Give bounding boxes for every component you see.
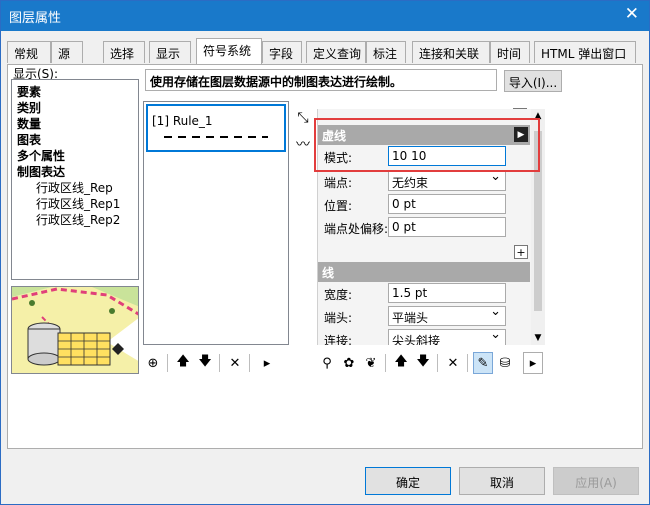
tab-general[interactable]: 常规 (7, 41, 51, 63)
cap-row: 端头: 平端头 (318, 305, 530, 327)
add-geometric-effect-icon[interactable]: ⚲ (317, 352, 337, 374)
tab-fields[interactable]: 字段 (262, 41, 302, 63)
cap-select[interactable]: 平端头 (388, 306, 506, 326)
more-icon[interactable]: ▸ (257, 352, 277, 374)
add-marker-placement-icon[interactable]: ✿ (339, 352, 359, 374)
rule-name: [1] Rule_1 (152, 114, 213, 128)
move-down-icon[interactable]: 🡇 (413, 352, 433, 374)
endpoint-label: 端点: (324, 176, 353, 190)
toolbar-separator (385, 354, 386, 372)
line-section-header: 线 (318, 262, 530, 282)
dash-line-preview (164, 136, 268, 138)
dashed-line-layer-icon[interactable]: ⤡ (292, 107, 314, 129)
endpoint-offset-row: 端点处偏移: 0 pt (318, 216, 530, 238)
toolbar-separator (467, 354, 468, 372)
tab-selection[interactable]: 选择 (103, 41, 145, 63)
representation-item-rep2[interactable]: 行政区线_Rep2 (36, 211, 120, 228)
show-item-multiple-attributes[interactable]: 多个属性 (17, 147, 65, 164)
toolbar-separator (219, 354, 220, 372)
import-button[interactable]: 导入(I)... (504, 70, 562, 92)
symbol-layer-strip: ⤡ 〰 (292, 107, 314, 165)
tab-definition-query[interactable]: 定义查询 (306, 41, 366, 63)
tab-source[interactable]: 源 (51, 41, 83, 63)
renderer-description: 使用存储在图层数据源中的制图表达进行绘制。 (145, 69, 497, 91)
tab-strip: 常规 源 选择 显示 符号系统 字段 定义查询 标注 连接和关联 时间 HTML… (7, 38, 643, 65)
tab-time[interactable]: 时间 (490, 41, 530, 63)
width-row: 宽度: 1.5 pt (318, 282, 530, 304)
layer-properties-window: 图层属性 ✕ 常规 源 选择 显示 符号系统 字段 定义查询 标注 连接和关联 … (0, 0, 650, 505)
symbol-layer-toolbar: ⚲ ✿ ❦ 🡅 🡇 ✕ ✎ ⛁ ▸ (317, 352, 549, 374)
endpoint-row: 端点: 无约束 (318, 170, 530, 192)
cap-label: 端头: (324, 311, 353, 325)
line-layer-icon[interactable]: ✎ (473, 352, 493, 374)
join-select[interactable]: 尖头斜接 (388, 329, 506, 345)
representation-item-rep[interactable]: 行政区线_Rep (36, 179, 113, 196)
toolbar-separator (437, 354, 438, 372)
stroke-layer-icon[interactable]: 〰 (292, 133, 314, 155)
join-row: 连接: 尖头斜接 (318, 328, 530, 345)
width-label: 宽度: (324, 288, 353, 302)
show-item-quantities[interactable]: 数量 (17, 115, 41, 132)
tab-html-popup[interactable]: HTML 弹出窗口 (534, 41, 636, 63)
add-line-layer-icon[interactable]: + (514, 245, 528, 259)
delete-rule-icon[interactable]: ✕ (225, 352, 245, 374)
toolbar-separator (249, 354, 250, 372)
highlight-annotation-box (314, 118, 540, 172)
cancel-button[interactable]: 取消 (459, 467, 545, 495)
move-up-icon[interactable]: 🡅 (391, 352, 411, 374)
representation-item-rep1[interactable]: 行政区线_Rep1 (36, 195, 120, 212)
position-label: 位置: (324, 199, 353, 213)
tab-labels[interactable]: 标注 (366, 41, 406, 63)
endpoint-offset-label: 端点处偏移: (324, 222, 389, 236)
toolbar-separator (167, 354, 168, 372)
line-section-title: 线 (322, 266, 335, 280)
show-item-charts[interactable]: 图表 (17, 131, 41, 148)
rule-toolbar: ⊕ 🡅 🡇 ✕ ▸ (143, 352, 291, 374)
show-item-categories[interactable]: 类别 (17, 99, 41, 116)
window-title: 图层属性 (9, 11, 62, 26)
more-icon[interactable]: ▸ (523, 352, 543, 374)
tab-display[interactable]: 显示 (149, 41, 191, 63)
width-input[interactable]: 1.5 pt (388, 283, 506, 303)
ok-button[interactable]: 确定 (365, 467, 451, 495)
close-icon[interactable]: ✕ (625, 4, 639, 24)
add-fill-icon[interactable]: ❦ (361, 352, 381, 374)
endpoint-select[interactable]: 无约束 (388, 171, 506, 191)
symbology-preview-image (11, 286, 139, 374)
rule-item[interactable]: [1] Rule_1 (146, 104, 286, 152)
delete-layer-icon[interactable]: ✕ (443, 352, 463, 374)
title-bar[interactable]: 图层属性 ✕ (1, 1, 649, 31)
show-item-features[interactable]: 要素 (17, 83, 41, 100)
apply-button[interactable]: 应用(A) (553, 467, 639, 495)
join-label: 连接: (324, 334, 353, 345)
fill-layer-icon[interactable]: ⛁ (495, 352, 515, 374)
add-rule-icon[interactable]: ⊕ (143, 352, 163, 374)
move-down-icon[interactable]: 🡇 (195, 352, 215, 374)
position-input[interactable]: 0 pt (388, 194, 506, 214)
rule-list[interactable]: [1] Rule_1 (143, 101, 289, 345)
move-up-icon[interactable]: 🡅 (173, 352, 193, 374)
show-list[interactable]: 要素 类别 数量 图表 多个属性 制图表达 行政区线_Rep 行政区线_Rep1… (11, 79, 139, 280)
position-row: 位置: 0 pt (318, 193, 530, 215)
endpoint-offset-input[interactable]: 0 pt (388, 217, 506, 237)
show-item-representations[interactable]: 制图表达 (17, 163, 65, 180)
scroll-down-icon[interactable]: ▼ (531, 331, 545, 345)
tab-symbology[interactable]: 符号系统 (196, 38, 262, 64)
tab-joins-relates[interactable]: 连接和关联 (412, 41, 490, 63)
